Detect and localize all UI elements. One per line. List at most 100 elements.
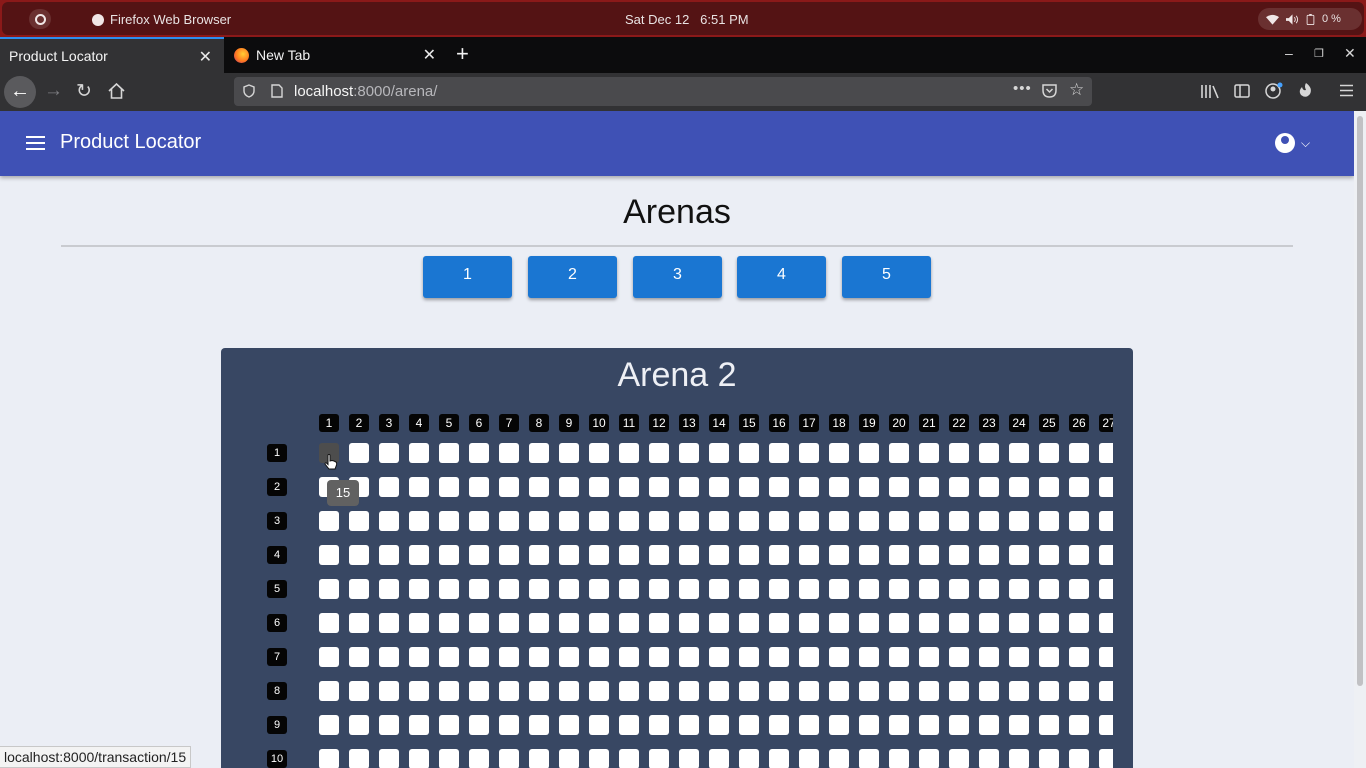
menu-icon[interactable] — [26, 136, 45, 150]
slot-cell[interactable] — [739, 511, 759, 531]
slot-cell[interactable] — [859, 681, 879, 701]
slot-cell[interactable] — [499, 647, 519, 667]
slot-cell[interactable] — [319, 749, 339, 768]
slot-cell[interactable] — [589, 613, 609, 633]
tracking-shield-icon[interactable] — [243, 84, 255, 98]
slot-cell[interactable] — [439, 443, 459, 463]
slot-cell[interactable] — [829, 681, 849, 701]
slot-cell[interactable] — [1069, 647, 1089, 667]
slot-cell[interactable] — [829, 545, 849, 565]
slot-cell[interactable] — [529, 545, 549, 565]
tab-product-locator[interactable]: Product Locator ✕ — [0, 37, 224, 73]
slot-cell[interactable] — [769, 545, 789, 565]
slot-cell[interactable] — [469, 477, 489, 497]
slot-cell[interactable] — [379, 749, 399, 768]
slot-cell[interactable] — [649, 545, 669, 565]
slot-cell[interactable] — [679, 477, 699, 497]
slot-cell[interactable] — [1009, 545, 1029, 565]
sidebar-icon[interactable] — [1234, 84, 1250, 98]
bookmark-star-icon[interactable]: ☆ — [1069, 80, 1084, 100]
slot-cell[interactable] — [1009, 511, 1029, 531]
slot-cell[interactable] — [469, 579, 489, 599]
slot-cell[interactable] — [649, 443, 669, 463]
slot-cell[interactable] — [469, 443, 489, 463]
slot-cell[interactable] — [349, 715, 369, 735]
slot-cell[interactable] — [859, 613, 879, 633]
slot-cell[interactable] — [649, 613, 669, 633]
slot-cell[interactable] — [799, 545, 819, 565]
slot-cell[interactable] — [349, 443, 369, 463]
slot-cell[interactable] — [709, 647, 729, 667]
slot-cell[interactable] — [559, 715, 579, 735]
slot-cell[interactable] — [1039, 443, 1059, 463]
slot-cell[interactable] — [829, 477, 849, 497]
slot-cell[interactable] — [319, 681, 339, 701]
slot-cell[interactable] — [409, 443, 429, 463]
slot-cell[interactable] — [619, 579, 639, 599]
slot-cell[interactable] — [1039, 579, 1059, 599]
slot-cell[interactable] — [649, 647, 669, 667]
slot-cell[interactable] — [1069, 579, 1089, 599]
slot-cell[interactable] — [1069, 749, 1089, 768]
slot-cell[interactable] — [979, 749, 999, 768]
slot-cell[interactable] — [589, 511, 609, 531]
slot-cell[interactable] — [559, 511, 579, 531]
activities-button[interactable] — [29, 9, 51, 29]
slot-cell[interactable] — [559, 681, 579, 701]
slot-cell[interactable] — [409, 749, 429, 768]
slot-cell[interactable] — [769, 511, 789, 531]
slot-cell[interactable] — [859, 579, 879, 599]
slot-cell[interactable] — [409, 511, 429, 531]
slot-cell[interactable] — [949, 477, 969, 497]
slot-cell[interactable] — [409, 715, 429, 735]
slot-cell[interactable] — [889, 511, 909, 531]
slot-cell[interactable] — [619, 545, 639, 565]
slot-cell[interactable] — [799, 613, 819, 633]
slot-cell[interactable] — [379, 681, 399, 701]
slot-cell[interactable] — [619, 613, 639, 633]
slot-cell[interactable] — [949, 613, 969, 633]
slot-cell[interactable] — [769, 477, 789, 497]
slot-cell[interactable] — [619, 477, 639, 497]
slot-cell[interactable] — [949, 647, 969, 667]
arena-button-5[interactable]: 5 — [842, 256, 931, 298]
slot-cell[interactable] — [1039, 613, 1059, 633]
os-status-menu[interactable]: 0 % — [1258, 8, 1362, 30]
slot-cell[interactable] — [1069, 511, 1089, 531]
slot-cell[interactable] — [529, 511, 549, 531]
slot-cell[interactable] — [979, 511, 999, 531]
slot-cell[interactable] — [979, 647, 999, 667]
slot-cell[interactable] — [739, 443, 759, 463]
window-close-icon[interactable]: ✕ — [1344, 45, 1356, 62]
arena-button-3[interactable]: 3 — [633, 256, 722, 298]
slot-cell[interactable] — [1009, 681, 1029, 701]
slot-cell[interactable] — [859, 477, 879, 497]
slot-cell[interactable] — [1039, 681, 1059, 701]
slot-cell[interactable] — [469, 511, 489, 531]
slot-cell[interactable] — [859, 647, 879, 667]
slot-cell[interactable] — [799, 715, 819, 735]
slot-cell[interactable] — [799, 511, 819, 531]
slot-cell[interactable] — [949, 443, 969, 463]
slot-cell[interactable] — [769, 715, 789, 735]
slot-cell[interactable] — [1039, 715, 1059, 735]
slot-cell[interactable] — [979, 613, 999, 633]
slot-cell[interactable] — [739, 477, 759, 497]
slot-cell[interactable] — [319, 579, 339, 599]
slot-cell[interactable] — [649, 477, 669, 497]
reload-icon[interactable]: ↻ — [76, 80, 92, 103]
slot-cell[interactable] — [1039, 477, 1059, 497]
slot-cell[interactable] — [679, 681, 699, 701]
slot-cell[interactable] — [559, 579, 579, 599]
slot-cell[interactable] — [529, 613, 549, 633]
slot-cell[interactable] — [739, 647, 759, 667]
slot-cell[interactable] — [1069, 613, 1089, 633]
slot-cell[interactable] — [709, 511, 729, 531]
slot-cell[interactable] — [1069, 477, 1089, 497]
slot-cell[interactable] — [859, 749, 879, 768]
slot-cell[interactable] — [919, 579, 939, 599]
slot-cell[interactable] — [1009, 749, 1029, 768]
slot-cell[interactable] — [1009, 477, 1029, 497]
slot-cell[interactable] — [979, 681, 999, 701]
slot-cell[interactable] — [499, 681, 519, 701]
